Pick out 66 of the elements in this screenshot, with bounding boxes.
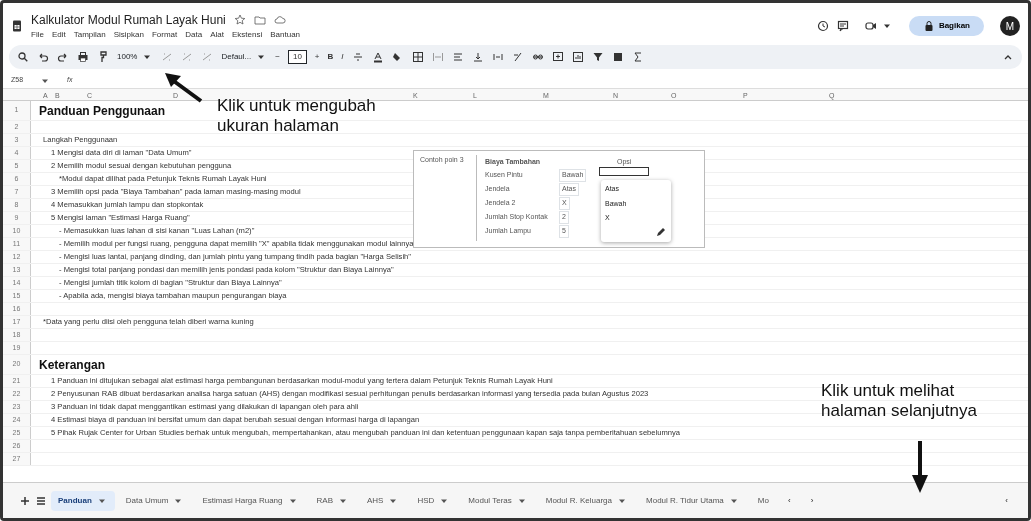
search-icon[interactable] <box>17 51 29 63</box>
menu-item[interactable]: Format <box>151 29 178 41</box>
wrap-icon[interactable] <box>491 51 504 63</box>
folder-icon[interactable] <box>253 14 266 26</box>
menu-item[interactable]: File <box>31 29 44 41</box>
font-dropdown[interactable]: Defaul... <box>221 51 268 63</box>
menu-item[interactable]: Alat <box>210 29 224 41</box>
sheet-tab[interactable]: Modul Teras <box>461 490 535 511</box>
sheet-tab[interactable]: Modul R. Keluarga <box>538 490 635 511</box>
link-icon[interactable] <box>531 51 544 63</box>
scroll-left-button[interactable]: ‹ <box>779 494 799 507</box>
sheets-logo-icon[interactable] <box>11 20 23 32</box>
add-sheet-icon[interactable] <box>19 494 31 507</box>
section-heading: Panduan Penggunaan <box>39 102 165 120</box>
menu-item[interactable]: Bantuan <box>270 29 301 41</box>
edit-icon[interactable] <box>655 226 667 238</box>
undo-icon[interactable] <box>37 51 49 63</box>
pointer-arrow <box>163 71 203 103</box>
avatar[interactable]: M <box>1000 16 1020 36</box>
side-panel-toggle[interactable]: ‹ <box>1001 494 1012 507</box>
cloud-icon[interactable] <box>273 14 286 26</box>
borders-icon[interactable] <box>411 51 424 63</box>
strikethrough-icon[interactable] <box>351 51 364 63</box>
filter-icon[interactable] <box>591 51 604 63</box>
annotation-text: Klik untuk mengubah ukuran halaman <box>217 96 377 137</box>
menu-item[interactable]: Edit <box>51 29 66 41</box>
sheet-tab[interactable]: AHS <box>359 490 407 511</box>
sheet-tab[interactable]: Estimasi Harga Ruang <box>195 490 306 511</box>
video-call-icon[interactable] <box>864 20 877 32</box>
sheet-tab[interactable]: Modul R. Tidur Utama <box>639 490 747 511</box>
chart-icon[interactable] <box>571 51 584 63</box>
menu-item[interactable]: Ekstensi <box>232 29 263 41</box>
section-heading: Keterangan <box>39 356 106 374</box>
zoom-dropdown[interactable]: 100% <box>117 51 154 63</box>
menu-item[interactable]: Sisipkan <box>113 29 144 41</box>
document-title: Kalkulator Modul Rumah Layak Huni <box>31 12 226 29</box>
sheet-tab[interactable]: RAB <box>309 490 356 511</box>
star-icon[interactable] <box>233 14 246 26</box>
font-size-field[interactable]: 10 <box>287 50 307 64</box>
print-icon[interactable] <box>77 51 89 63</box>
italic-button[interactable]: I <box>341 51 344 63</box>
comment-add-icon[interactable] <box>551 51 564 63</box>
sheet-tab[interactable]: Data Umum <box>118 490 192 511</box>
selected-cell <box>599 167 649 176</box>
decrease-size-button[interactable]: − <box>275 51 280 63</box>
sheet-tab[interactable]: HSD <box>410 490 458 511</box>
align-icon[interactable] <box>451 51 464 63</box>
redo-icon[interactable] <box>57 51 69 63</box>
history-icon[interactable] <box>816 20 829 32</box>
scroll-right-button[interactable]: › <box>802 494 822 507</box>
sum-icon[interactable] <box>631 51 644 63</box>
annotation-text: Klik untuk melihat halaman selanjutnya <box>821 381 978 422</box>
increase-size-button[interactable]: + <box>314 51 320 63</box>
pointer-arrow <box>911 441 929 493</box>
menu-item[interactable]: Data <box>185 29 203 41</box>
bold-button[interactable]: B <box>327 51 334 63</box>
text-color-icon[interactable] <box>371 51 384 63</box>
comment-icon[interactable] <box>836 20 849 32</box>
paint-format-icon[interactable] <box>97 51 109 63</box>
sheet-list-icon[interactable] <box>35 494 47 507</box>
share-button[interactable]: Bagikan <box>908 16 984 36</box>
sheet-tab[interactable]: Panduan <box>51 490 115 511</box>
valign-icon[interactable] <box>471 51 484 63</box>
rotate-icon[interactable] <box>511 51 524 63</box>
menu-item[interactable]: Tampilan <box>73 29 106 41</box>
sheet-tab[interactable]: Mo <box>750 490 776 511</box>
